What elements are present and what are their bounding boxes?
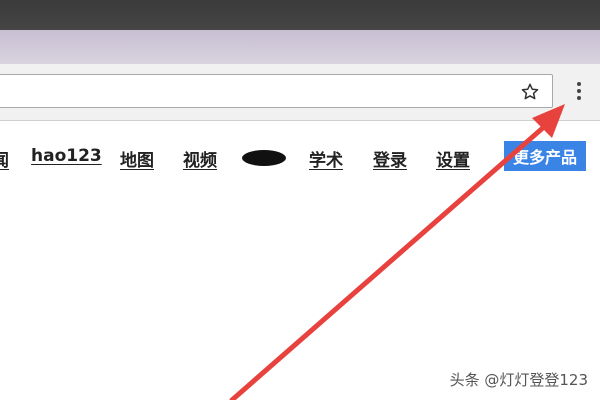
kebab-menu-icon[interactable]: [568, 74, 590, 108]
nav-link-map[interactable]: 地图: [120, 146, 154, 171]
nav-link-academic[interactable]: 学术: [309, 146, 343, 171]
nav-link-settings[interactable]: 设置: [436, 146, 470, 171]
more-products-button[interactable]: 更多产品: [504, 141, 586, 171]
nav-link-video[interactable]: 视频: [183, 146, 217, 171]
bookmark-star-icon[interactable]: [517, 79, 543, 105]
tab-strip: [0, 30, 600, 64]
top-nav: 闻 hao123 地图 视频 学术 登录 设置 更多产品: [0, 141, 600, 174]
browser-toolbar: [0, 64, 600, 121]
address-bar[interactable]: [0, 74, 553, 108]
watermark-text: 头条 @灯灯登登123: [449, 371, 588, 389]
nav-link-hao123[interactable]: hao123: [31, 146, 102, 166]
nav-link-login[interactable]: 登录: [373, 146, 407, 171]
window-title-bar: [0, 0, 600, 30]
redacted-link-blob: [242, 150, 286, 166]
nav-link-news[interactable]: 闻: [0, 146, 9, 171]
